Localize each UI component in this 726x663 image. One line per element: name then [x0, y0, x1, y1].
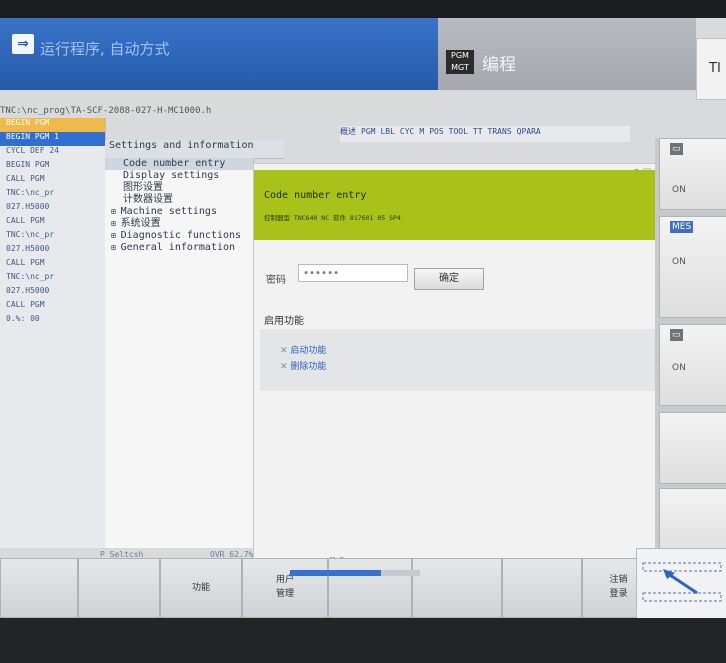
softkey[interactable]: [78, 558, 160, 618]
program-line[interactable]: CALL PGM: [0, 216, 105, 230]
program-line[interactable]: TNC:\nc_pr: [0, 230, 105, 244]
status-tab[interactable]: TOOL: [449, 127, 468, 136]
side-toggle-3[interactable]: ▭ ON: [659, 324, 726, 406]
softkey[interactable]: 功能: [160, 558, 242, 618]
settings-header: Settings and information: [105, 140, 284, 159]
ok-button[interactable]: 确定: [414, 268, 484, 290]
mode-arrow-icon: ⇒: [12, 34, 34, 54]
toggle-icon: ▭: [670, 143, 683, 155]
functions-box: 启动功能 删除功能: [260, 329, 660, 391]
dialog-title: Code number entry: [264, 190, 367, 201]
softkey-label: 管理: [275, 589, 294, 599]
program-list[interactable]: BEGIN PGM BEGIN PGM 1 CYCL DEF 24 BEGIN PGM…: [0, 118, 106, 548]
password-input[interactable]: ••••••: [298, 264, 408, 282]
monitor-bezel: [0, 618, 726, 663]
tool-key-label: TI: [709, 61, 721, 76]
status-tab[interactable]: QPARA: [517, 127, 541, 136]
toggle-state: ON: [672, 185, 686, 195]
settings-tree-item[interactable]: Machine settings: [105, 206, 253, 218]
status-tab[interactable]: PGM: [361, 127, 375, 136]
settings-tree-item[interactable]: 计数器设置: [105, 194, 253, 206]
control-info: 控制器型 TNC640 NC 软件 817601 05 SP4: [264, 214, 401, 222]
operating-mode-label: 运行程序, 自动方式: [40, 40, 170, 58]
measure-toggle[interactable]: MES ON: [659, 216, 726, 318]
softkey[interactable]: [502, 558, 582, 618]
program-line[interactable]: BEGIN PGM: [0, 118, 105, 132]
tool-key[interactable]: TI: [696, 38, 726, 100]
side-softkey-4[interactable]: [659, 412, 726, 484]
settings-tree-item[interactable]: Diagnostic functions: [105, 230, 253, 242]
program-line[interactable]: CYCL DEF 24: [0, 146, 105, 160]
softkey[interactable]: 用户 管理: [242, 558, 328, 618]
status-tab[interactable]: M: [419, 127, 424, 136]
status-tab[interactable]: POS: [429, 127, 443, 136]
program-line[interactable]: TNC:\nc_pr: [0, 272, 105, 286]
password-label: 密码: [266, 275, 286, 286]
status-tab[interactable]: CYC: [400, 127, 414, 136]
program-line[interactable]: BEGIN PGM 1: [0, 132, 105, 146]
status-tab[interactable]: LBL: [380, 127, 394, 136]
settings-tree-item[interactable]: General information: [105, 242, 253, 254]
function-link[interactable]: 删除功能: [280, 359, 326, 372]
programming-mode-label: 编程: [482, 55, 516, 75]
toggle-icon: ▭: [670, 329, 683, 341]
right-softkey-panel: ▭ ON MES ON ▭ ON: [655, 138, 726, 560]
softkey-row: 功能 用户 管理 注销 登录: [0, 558, 655, 618]
program-line[interactable]: 027.H5000: [0, 286, 105, 300]
programming-mode-area[interactable]: PGM MGT 编程: [438, 18, 696, 90]
measure-label: MES: [670, 221, 694, 233]
program-line[interactable]: CALL PGM: [0, 174, 105, 188]
settings-tree-item[interactable]: 图形设置: [105, 182, 253, 194]
softkey[interactable]: [412, 558, 502, 618]
dialog-header: Code number entry 控制器型 TNC640 NC 软件 8176…: [254, 170, 669, 240]
code-number-dialog: ? ☐ Code number entry 控制器型 TNC640 NC 软件 …: [253, 163, 670, 560]
settings-tree-item[interactable]: 系统设置: [105, 218, 253, 230]
function-link[interactable]: 启动功能: [280, 343, 326, 356]
status-tab[interactable]: 概述: [340, 127, 356, 136]
side-toggle-1[interactable]: ▭ ON: [659, 138, 726, 210]
program-line[interactable]: TNC:\nc_pr: [0, 188, 105, 202]
settings-tree[interactable]: Code number entry Display settings 图形设置 计数器…: [105, 158, 254, 548]
status-tabs[interactable]: 概述 PGM LBL CYC M POS TOOL TT TRANS QPARA: [340, 126, 630, 142]
softkey-label: 功能: [191, 583, 210, 593]
softkey[interactable]: [0, 558, 78, 618]
progress-fill: [290, 570, 381, 576]
cursor-arrow-key[interactable]: [636, 548, 726, 618]
progress-bar: [290, 570, 420, 576]
settings-tree-item[interactable]: Display settings: [105, 170, 253, 182]
program-line[interactable]: 027.H5000: [0, 202, 105, 216]
arrow-icon: [642, 562, 722, 602]
program-line[interactable]: CALL PGM: [0, 300, 105, 314]
status-tab[interactable]: TRANS: [488, 127, 512, 136]
settings-tree-item[interactable]: Code number entry: [105, 158, 253, 170]
operating-mode-bar: ⇒ 运行程序, 自动方式: [0, 18, 438, 90]
enabled-functions-title: 启用功能: [264, 316, 304, 327]
status-tab[interactable]: TT: [473, 127, 483, 136]
program-line[interactable]: 027.H5000: [0, 244, 105, 258]
program-line[interactable]: BEGIN PGM: [0, 160, 105, 174]
program-line[interactable]: CALL PGM: [0, 258, 105, 272]
softkey[interactable]: [328, 558, 412, 618]
screen: ⇒ 运行程序, 自动方式 PGM MGT 编程 TI TNC:\nc_prog\…: [0, 18, 726, 618]
toggle-state: ON: [672, 363, 686, 373]
program-line[interactable]: 0.%: 00: [0, 314, 105, 328]
measure-state: ON: [672, 257, 686, 267]
program-path: TNC:\nc_prog\TA-SCF-2088-027-H-MC1000.h: [0, 106, 212, 116]
pgm-mgt-icon[interactable]: PGM MGT: [446, 50, 474, 74]
